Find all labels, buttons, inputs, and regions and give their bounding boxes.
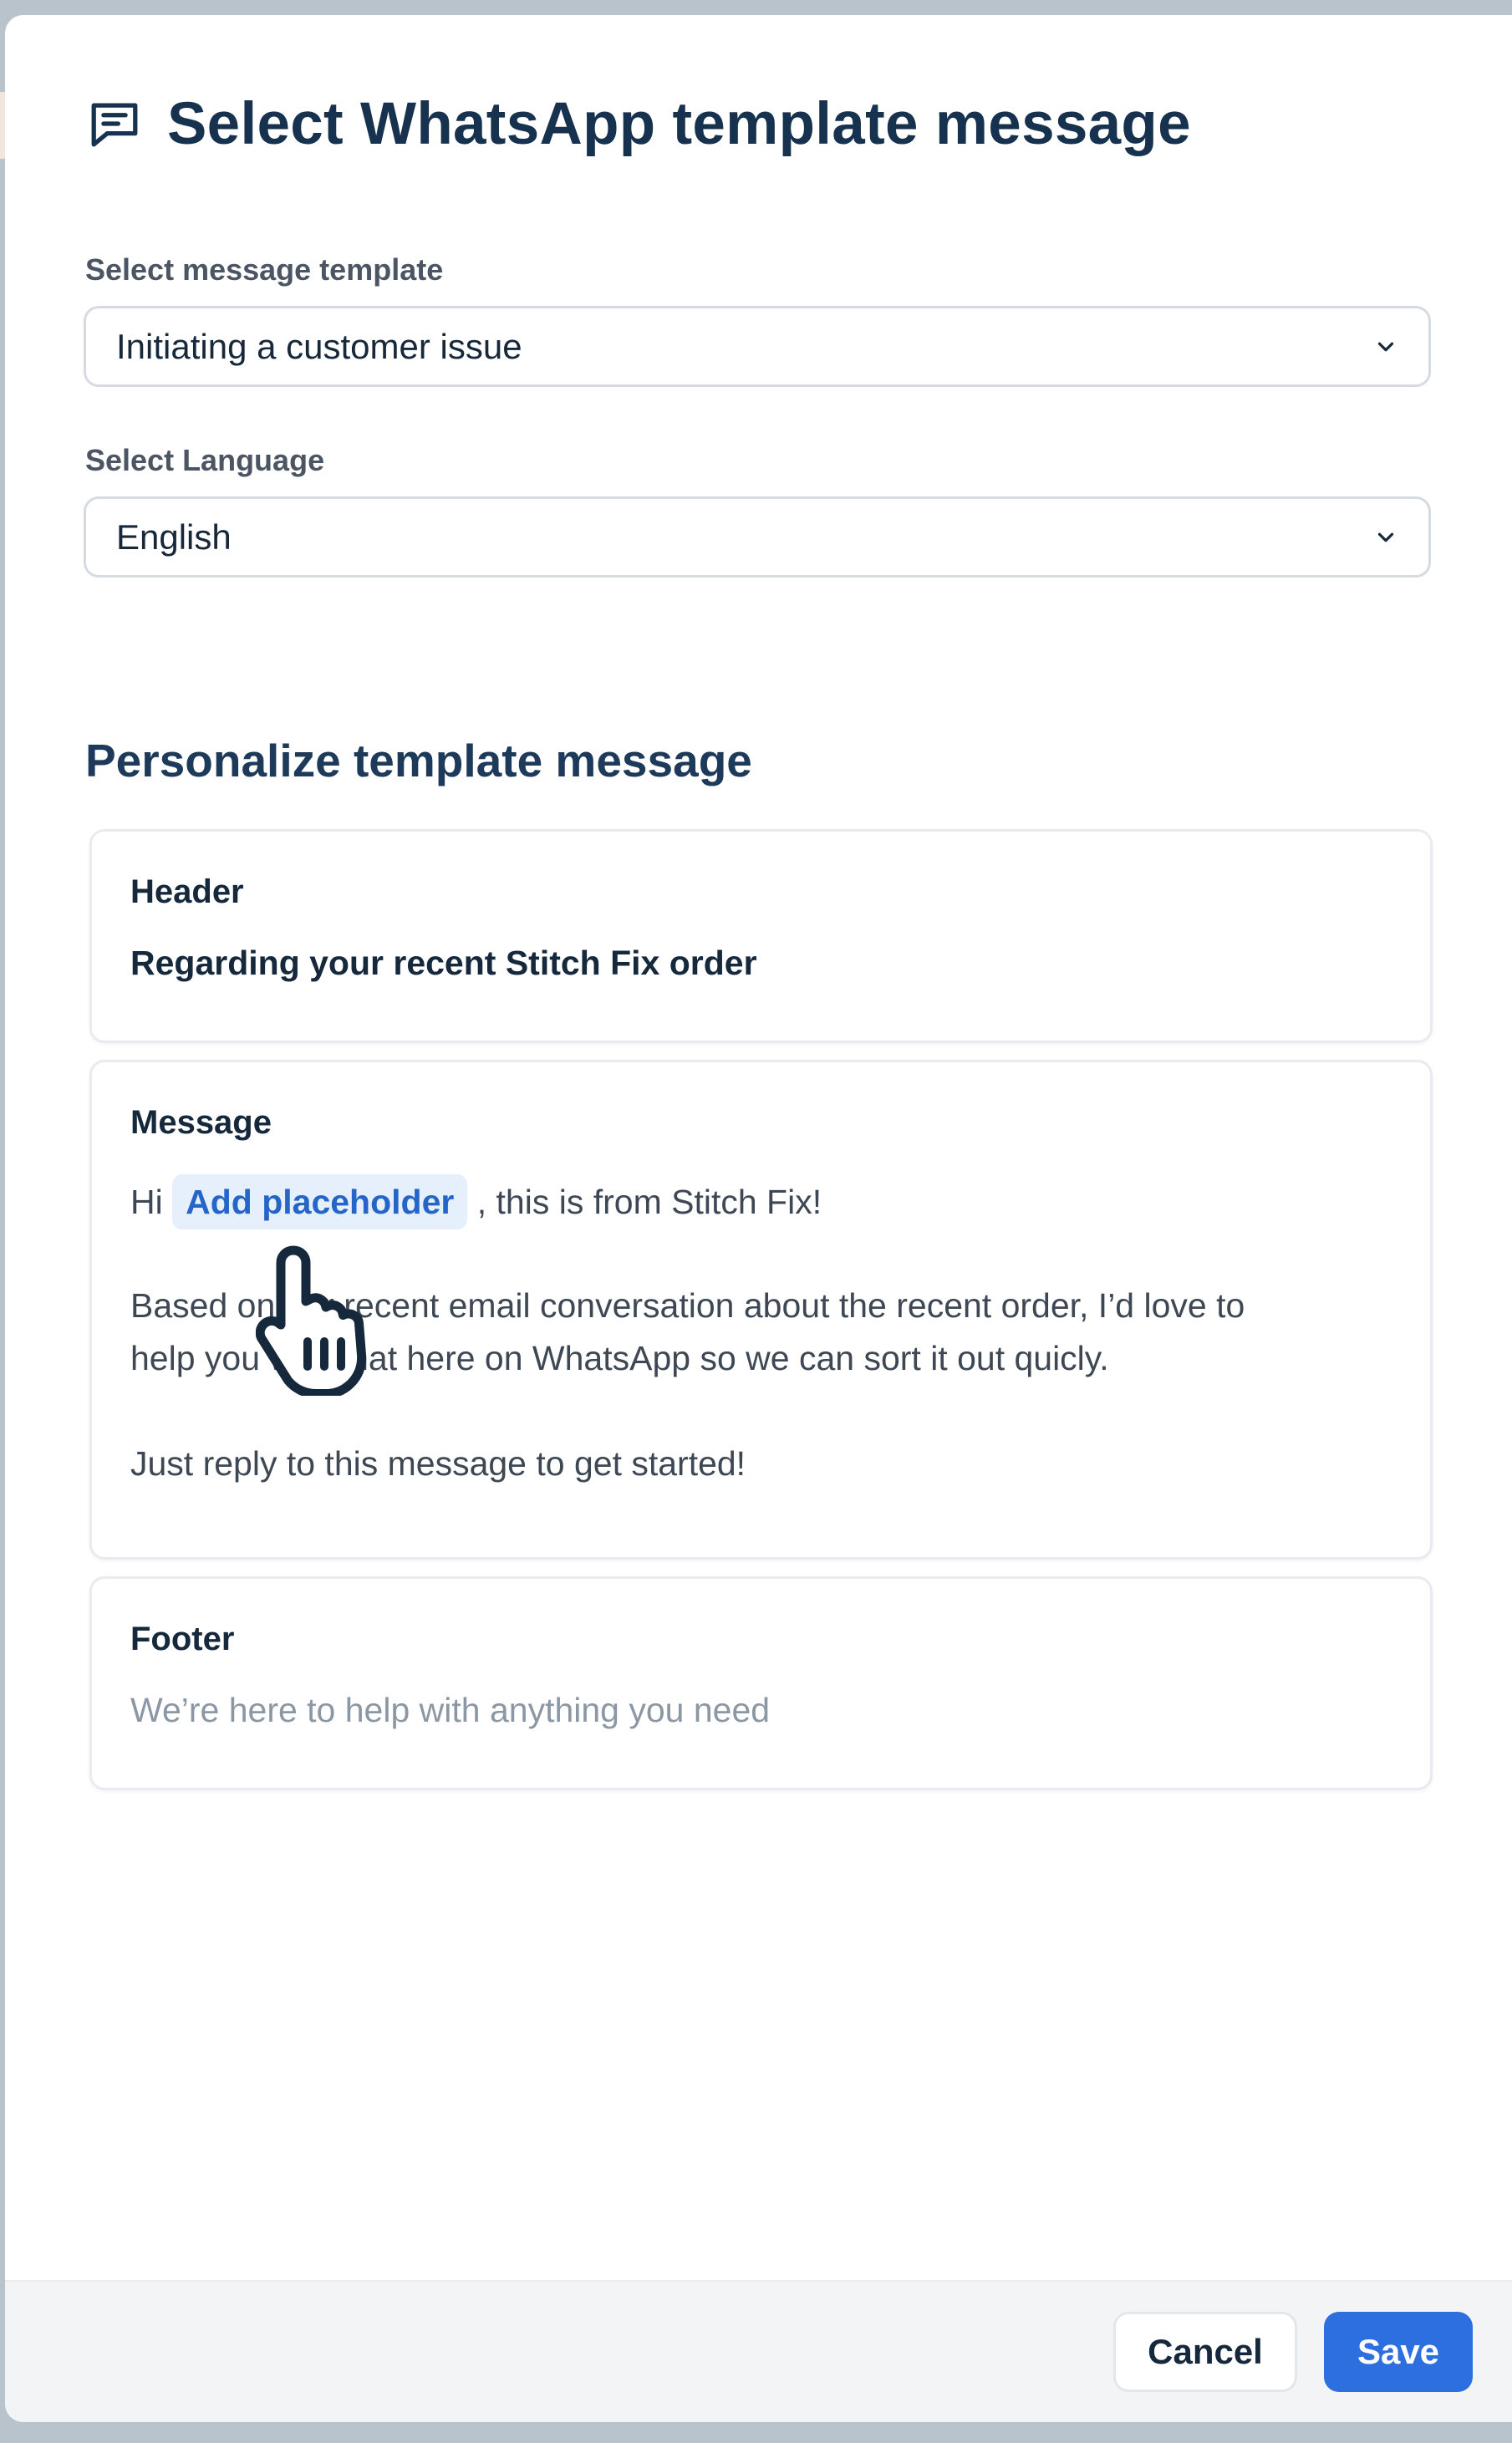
language-select[interactable]: English — [84, 496, 1431, 578]
dialog-footer: Cancel Save — [5, 2280, 1512, 2422]
hand-pointer-cursor-icon — [256, 1245, 367, 1396]
dialog-title: Select WhatsApp template message — [167, 90, 1191, 157]
dialog-header: Select WhatsApp template message — [85, 74, 1191, 174]
header-card-label: Header — [130, 873, 244, 910]
header-card: Header Regarding your recent Stitch Fix … — [89, 829, 1433, 1043]
footer-placeholder-text[interactable]: We’re here to help with anything you nee… — [130, 1684, 1397, 1737]
language-select-value: English — [116, 517, 232, 557]
header-text: Regarding your recent Stitch Fix order — [130, 944, 757, 982]
personalize-section-title: Personalize template message — [85, 735, 752, 786]
footer-card-label: Footer — [130, 1621, 235, 1657]
message-paragraph-2: Just reply to this message to get starte… — [130, 1444, 746, 1483]
footer-card: Footer We’re here to help with anything … — [89, 1576, 1433, 1790]
template-dialog: Select WhatsApp template message Select … — [5, 15, 1512, 2422]
message-square-icon — [91, 103, 138, 147]
message-card-label: Message — [130, 1104, 272, 1141]
message-greeting-line: Hi Add placeholder , this is from Stitch… — [130, 1174, 1397, 1229]
template-select[interactable]: Initiating a customer issue — [84, 306, 1431, 387]
template-select-label: Select message template — [85, 252, 444, 287]
chevron-down-icon — [1377, 342, 1394, 351]
cancel-button[interactable]: Cancel — [1113, 2312, 1297, 2392]
template-select-value: Initiating a customer issue — [116, 326, 522, 366]
chevron-down-icon — [1377, 532, 1394, 542]
add-placeholder-button[interactable]: Add placeholder — [172, 1174, 468, 1229]
greeting-prefix: Hi — [130, 1183, 163, 1221]
greeting-suffix: , this is from Stitch Fix! — [476, 1183, 822, 1221]
language-select-label: Select Language — [85, 443, 325, 477]
save-button[interactable]: Save — [1324, 2312, 1473, 2392]
